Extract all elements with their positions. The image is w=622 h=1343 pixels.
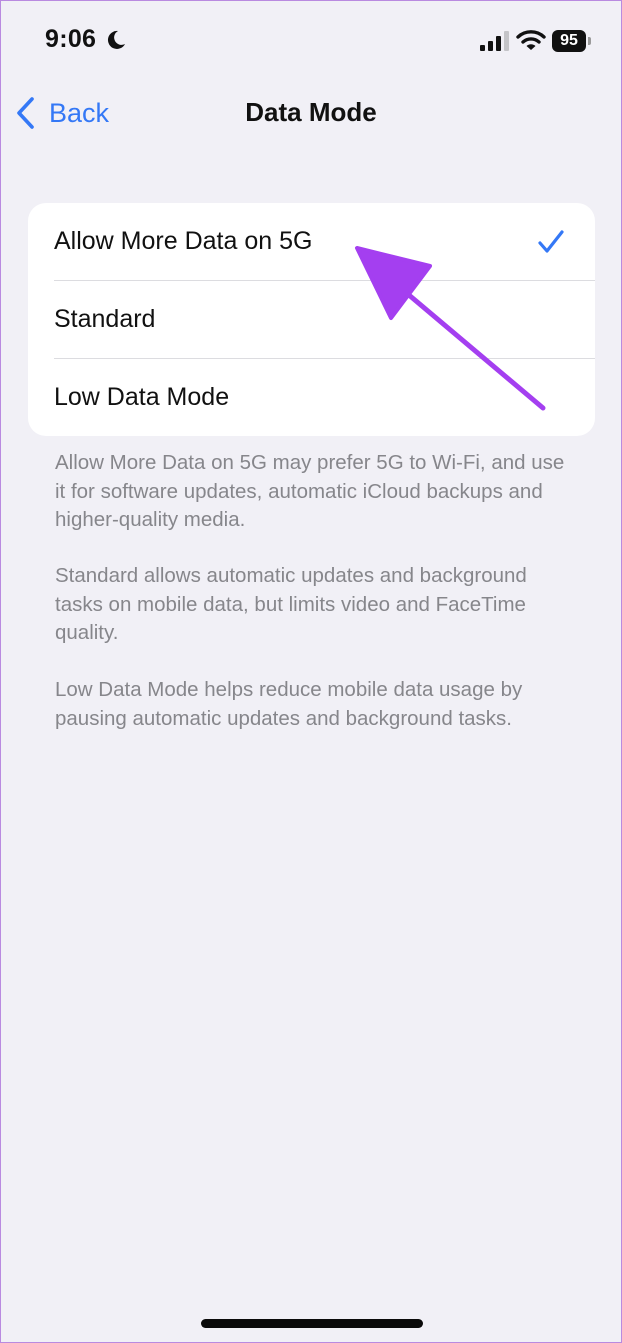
description-allow-more-data: Allow More Data on 5G may prefer 5G to W…	[55, 451, 565, 531]
description-standard: Standard allows automatic updates and ba…	[55, 564, 527, 644]
battery-tip	[588, 37, 591, 45]
moon-icon	[107, 30, 125, 49]
option-label: Low Data Mode	[54, 383, 230, 411]
signal-icon	[480, 31, 509, 51]
battery-level: 95	[552, 30, 586, 52]
description-low-data-mode: Low Data Mode helps reduce mobile data u…	[55, 678, 523, 730]
home-indicator[interactable]	[201, 1319, 423, 1328]
battery-icon: 95	[552, 30, 592, 52]
status-time: 9:06	[45, 25, 97, 53]
page-title: Data Mode	[245, 97, 377, 127]
annotation-arrow-icon	[355, 246, 546, 411]
option-label: Standard	[54, 305, 156, 333]
wifi-icon	[516, 30, 546, 50]
data-mode-screen: 9:06 95 Back Data Mode Allow More Data o…	[0, 0, 622, 1343]
option-label: Allow More Data on 5G	[54, 227, 313, 255]
